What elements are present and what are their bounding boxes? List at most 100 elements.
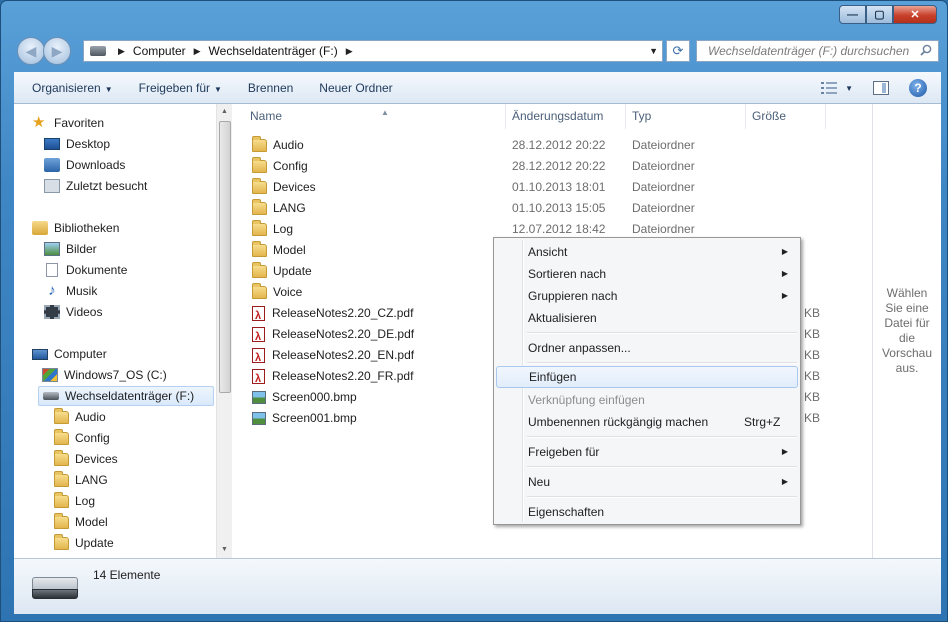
chevron-right-icon[interactable]: ▶	[346, 46, 353, 57]
preview-pane-icon[interactable]	[873, 81, 889, 95]
menu-item-properties[interactable]: Eigenschaften	[496, 501, 798, 523]
forward-button[interactable]: ▶	[43, 37, 71, 65]
menu-label: Neu	[528, 475, 551, 489]
table-row[interactable]: Audio 28.12.2012 20:22 Dateiordner	[234, 135, 872, 156]
caption-buttons: — ▢ ✕	[839, 5, 937, 25]
sidebar-item-favorites[interactable]: ★ Favoriten	[32, 113, 104, 133]
sidebar-item-recent[interactable]: Zuletzt besucht	[44, 176, 147, 196]
sidebar-item-folder-log[interactable]: Log	[54, 491, 95, 511]
column-header-type[interactable]: Typ	[626, 104, 746, 129]
back-button[interactable]: ◀	[17, 37, 45, 65]
menu-item-new[interactable]: Neu ▶	[496, 471, 798, 493]
menu-item-refresh[interactable]: Aktualisieren	[496, 307, 798, 329]
address-dropdown-icon[interactable]: ▼	[649, 46, 658, 56]
change-view-icon[interactable]	[821, 82, 838, 94]
maximize-button[interactable]: ▢	[866, 5, 893, 24]
chevron-right-icon[interactable]: ▶	[194, 46, 201, 57]
sidebar-item-drive-c[interactable]: Windows7_OS (C:)	[42, 365, 167, 385]
sidebar-item-desktop[interactable]: Desktop	[44, 134, 110, 154]
file-name: Log	[273, 222, 294, 236]
folder-icon	[54, 428, 69, 445]
folder-icon	[252, 136, 267, 152]
sidebar-item-documents[interactable]: Dokumente	[44, 260, 127, 280]
file-name: ReleaseNotes2.20_EN.pdf	[272, 348, 415, 362]
scroll-up-icon[interactable]: ▲	[217, 104, 232, 120]
file-name-cell: Screen001.bmp	[252, 408, 357, 429]
item-count: 14 Elemente	[93, 568, 161, 582]
pdf-file-icon	[252, 306, 265, 327]
windows-drive-icon	[42, 368, 58, 382]
breadcrumb-computer[interactable]: Computer	[133, 44, 186, 58]
chevron-right-icon[interactable]: ▶	[118, 46, 125, 57]
sidebar-item-pictures[interactable]: Bilder	[44, 239, 97, 259]
menu-shortcut: Strg+Z	[744, 415, 781, 429]
menu-item-share[interactable]: Freigeben für ▶	[496, 441, 798, 463]
view-options-dropdown-icon[interactable]: ▼	[845, 84, 853, 93]
file-name: ReleaseNotes2.20_CZ.pdf	[272, 306, 414, 320]
file-name: Audio	[273, 138, 304, 152]
table-row[interactable]: LANG 01.10.2013 15:05 Dateiordner	[234, 198, 872, 219]
sidebar-label: LANG	[75, 473, 108, 487]
breadcrumb-drive[interactable]: Wechseldatenträger (F:)	[209, 44, 338, 58]
scrollbar-thumb[interactable]	[219, 121, 231, 393]
sidebar-item-music[interactable]: ♪ Musik	[44, 281, 97, 301]
sort-ascending-icon: ▲	[381, 108, 389, 117]
menu-item-view[interactable]: Ansicht ▶	[496, 241, 798, 263]
sidebar-item-folder-devices[interactable]: Devices	[54, 449, 118, 469]
close-button[interactable]: ✕	[893, 5, 937, 24]
navigation-scrollbar[interactable]: ▲ ▼	[216, 104, 232, 558]
file-type: Dateiordner	[632, 180, 695, 194]
help-icon[interactable]: ?	[909, 79, 927, 97]
address-bar[interactable]: ▶ Computer ▶ Wechseldatenträger (F:) ▶ ▼	[83, 40, 663, 62]
sidebar-item-downloads[interactable]: Downloads	[44, 155, 125, 175]
sidebar-item-videos[interactable]: Videos	[44, 302, 102, 322]
menu-item-group[interactable]: Gruppieren nach ▶	[496, 285, 798, 307]
sidebar-item-drive-f[interactable]: Wechseldatenträger (F:)	[38, 386, 214, 406]
scroll-down-icon[interactable]: ▼	[217, 542, 232, 558]
refresh-button[interactable]: ⟳	[666, 40, 690, 62]
minimize-button[interactable]: —	[839, 5, 866, 24]
sidebar-label: Downloads	[66, 158, 126, 172]
folder-icon	[54, 491, 69, 508]
menu-item-paste[interactable]: Einfügen	[496, 366, 798, 388]
table-row[interactable]: Devices 01.10.2013 18:01 Dateiordner	[234, 177, 872, 198]
sidebar-label: Musik	[66, 284, 98, 298]
file-name-cell: Model	[252, 240, 306, 261]
folder-icon	[252, 157, 267, 173]
column-header-name[interactable]: Name ▲	[244, 104, 506, 129]
file-name-cell: Devices	[252, 177, 316, 198]
menu-label: Sortieren nach	[528, 267, 607, 281]
downloads-icon	[44, 158, 60, 172]
file-name-cell: ReleaseNotes2.20_EN.pdf	[252, 345, 415, 369]
sidebar-item-folder-config[interactable]: Config	[54, 428, 110, 448]
menu-item-undo-rename[interactable]: Umbenennen rückgängig machen Strg+Z	[496, 411, 798, 433]
organize-button[interactable]: Organisieren ▼	[24, 77, 121, 99]
sidebar-label: Computer	[54, 347, 107, 361]
menu-item-customize-folder[interactable]: Ordner anpassen...	[496, 337, 798, 359]
file-name-cell: ReleaseNotes2.20_CZ.pdf	[252, 303, 414, 327]
file-name: Devices	[273, 180, 316, 194]
details-pane: 14 Elemente	[14, 558, 941, 614]
folder-icon	[252, 283, 267, 299]
search-input[interactable]: Wechseldatenträger (F:) durchsuchen	[696, 40, 939, 62]
sidebar-item-folder-audio[interactable]: Audio	[54, 407, 106, 427]
burn-button[interactable]: Brennen	[240, 77, 301, 99]
sidebar-item-folder-model[interactable]: Model	[54, 512, 108, 532]
file-name: Screen001.bmp	[272, 411, 357, 425]
table-row[interactable]: Config 28.12.2012 20:22 Dateiordner	[234, 156, 872, 177]
folder-icon	[252, 178, 267, 194]
folder-icon	[252, 199, 267, 215]
sidebar-item-folder-lang[interactable]: LANG	[54, 470, 108, 490]
sidebar-item-libraries[interactable]: Bibliotheken	[32, 218, 119, 238]
share-button[interactable]: Freigeben für ▼	[131, 77, 230, 99]
file-date: 01.10.2013 15:05	[512, 201, 606, 215]
menu-item-sort[interactable]: Sortieren nach ▶	[496, 263, 798, 285]
sidebar-item-computer[interactable]: Computer	[32, 344, 107, 364]
column-header-size[interactable]: Größe	[746, 104, 826, 129]
menu-item-paste-shortcut[interactable]: Verknüpfung einfügen	[496, 389, 798, 411]
star-icon: ★	[32, 114, 46, 131]
sidebar-item-folder-update[interactable]: Update	[54, 533, 114, 553]
removable-drive-icon	[32, 577, 78, 601]
column-header-date[interactable]: Änderungsdatum	[506, 104, 626, 129]
new-folder-button[interactable]: Neuer Ordner	[311, 77, 400, 99]
